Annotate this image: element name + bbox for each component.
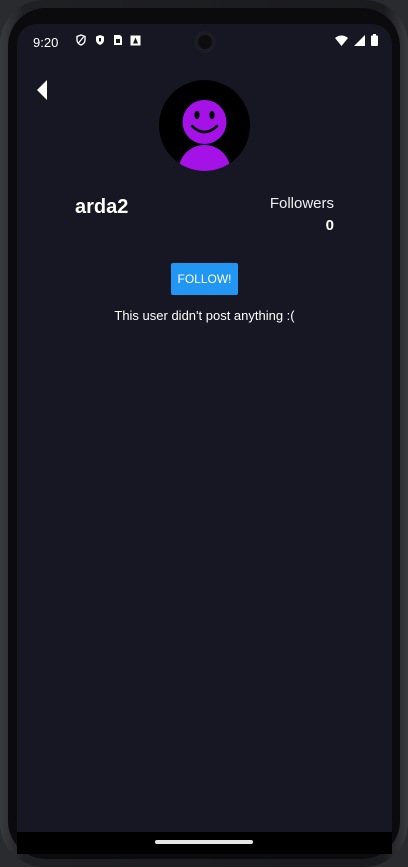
avatar bbox=[159, 80, 250, 171]
status-icons-right bbox=[335, 34, 378, 46]
followers-count: 0 bbox=[325, 217, 334, 234]
front-camera bbox=[194, 31, 216, 53]
status-time: 9:20 bbox=[33, 35, 59, 50]
shield-icon bbox=[76, 34, 86, 46]
back-button[interactable] bbox=[31, 79, 53, 101]
signal-icon bbox=[354, 34, 365, 46]
wifi-icon bbox=[335, 35, 348, 46]
app-screen: 9:20 arda2 Followers 0 FOLLOW! This user… bbox=[17, 24, 392, 832]
battery-icon bbox=[371, 34, 378, 46]
empty-posts-message: This user didn't post anything :( bbox=[114, 308, 295, 323]
follow-button[interactable]: FOLLOW! bbox=[171, 263, 238, 295]
back-arrow-icon bbox=[37, 80, 47, 100]
profile-username: arda2 bbox=[75, 196, 129, 218]
sim-card-icon bbox=[114, 35, 122, 45]
status-bar: 9:20 bbox=[17, 24, 392, 60]
status-icons-left bbox=[75, 34, 141, 46]
navigation-bar bbox=[17, 832, 392, 854]
home-gesture-handle[interactable] bbox=[155, 840, 253, 844]
security-icon bbox=[96, 35, 104, 45]
smiley-avatar-icon bbox=[178, 100, 231, 171]
followers-label: Followers bbox=[269, 195, 334, 212]
app-notification-icon bbox=[130, 35, 141, 45]
